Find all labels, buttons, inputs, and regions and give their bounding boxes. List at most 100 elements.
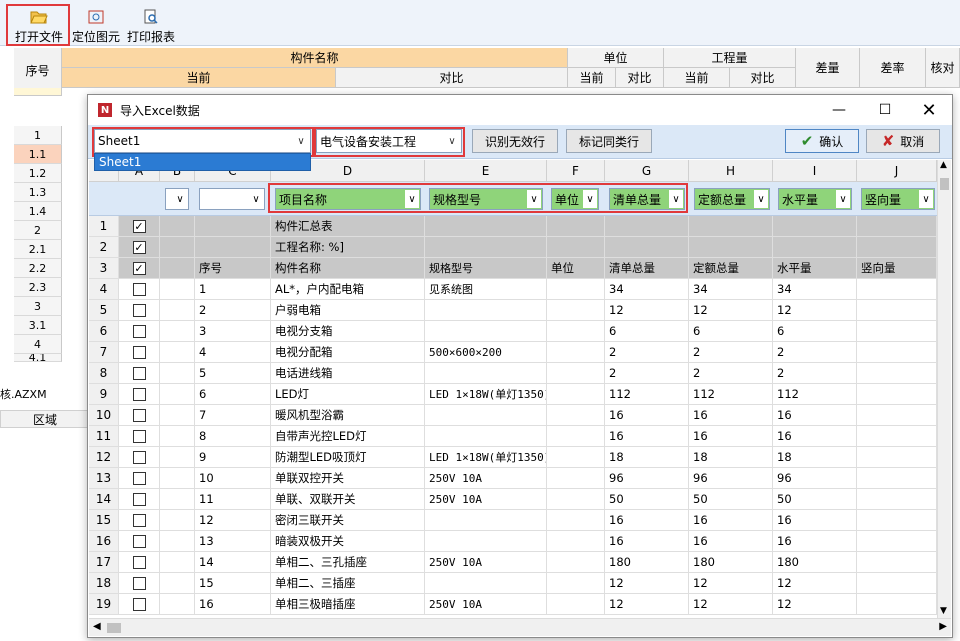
cell-d: 单相二、三孔插座 xyxy=(271,552,425,573)
bg-row[interactable]: 1.1 xyxy=(14,145,62,164)
bg-row[interactable]: 4 xyxy=(14,335,62,354)
row-checkbox-cell xyxy=(119,531,160,552)
table-row[interactable]: 16 13 暗装双极开关 16 16 16 xyxy=(89,531,937,552)
bg-row[interactable]: 4.1 xyxy=(14,354,62,362)
bg-row[interactable]: 2.2 xyxy=(14,259,62,278)
cancel-button[interactable]: ✘ 取消 xyxy=(866,129,940,153)
table-row[interactable]: 18 15 单相二、三插座 12 12 12 xyxy=(89,573,937,594)
row-checkbox[interactable] xyxy=(132,408,146,422)
column-header-j[interactable]: J xyxy=(857,160,937,182)
bg-row[interactable]: 2 xyxy=(14,221,62,240)
table-row[interactable]: 1 ✓ 构件汇总表 xyxy=(89,216,937,237)
close-button[interactable]: ✕ xyxy=(906,95,952,125)
row-checkbox[interactable] xyxy=(132,555,146,569)
bg-row[interactable]: 3 xyxy=(14,297,62,316)
mapping-select-d[interactable]: 项目名称 ∨ xyxy=(275,188,421,210)
bg-row[interactable]: 3.1 xyxy=(14,316,62,335)
row-checkbox-cell xyxy=(119,321,160,342)
table-row[interactable]: 17 14 单相二、三孔插座 250V 10A 180 180 180 xyxy=(89,552,937,573)
scroll-up-icon[interactable]: ▲ xyxy=(940,160,947,170)
app-icon: N xyxy=(98,103,112,117)
confirm-button[interactable]: ✔ 确认 xyxy=(785,129,859,153)
mapping-select-i[interactable]: 水平量 ∨ xyxy=(778,188,852,210)
sheet-dropdown-option[interactable]: Sheet1 xyxy=(94,153,311,171)
row-checkbox[interactable] xyxy=(132,387,146,401)
table-row[interactable]: 14 11 单联、双联开关 250V 10A 50 50 50 xyxy=(89,489,937,510)
print-report-button[interactable]: 打印报表 xyxy=(124,6,178,44)
vertical-scrollbar[interactable]: ▲ ▼ xyxy=(937,160,951,618)
row-checkbox[interactable] xyxy=(132,513,146,527)
row-checkbox[interactable]: ✓ xyxy=(132,261,146,275)
mapping-select-b[interactable]: ∨ xyxy=(165,188,189,210)
cell-b xyxy=(160,426,195,447)
table-row[interactable]: 4 1 AL*，户内配电箱 见系统图 34 34 34 xyxy=(89,279,937,300)
row-checkbox[interactable] xyxy=(132,303,146,317)
row-number: 15 xyxy=(89,510,119,531)
scroll-thumb[interactable] xyxy=(940,178,949,190)
row-checkbox[interactable]: ✓ xyxy=(132,219,146,233)
table-row[interactable]: 11 8 自带声光控LED灯 16 16 16 xyxy=(89,426,937,447)
table-row[interactable]: 3 ✓ 序号 构件名称 规格型号 单位 清单总量 定额总量 水平量 竖向量 xyxy=(89,258,937,279)
scroll-thumb[interactable] xyxy=(107,623,121,633)
maximize-button[interactable]: ☐ xyxy=(862,95,908,125)
bg-unit-current: 当前 xyxy=(568,68,616,88)
minimize-button[interactable]: — xyxy=(816,95,862,125)
cell-b xyxy=(160,342,195,363)
mapping-select-c[interactable]: ∨ xyxy=(199,188,265,210)
open-file-button[interactable]: 打开文件 xyxy=(10,6,68,44)
column-header-f[interactable]: F xyxy=(547,160,605,182)
row-checkbox[interactable] xyxy=(132,597,146,611)
table-row[interactable]: 15 12 密闭三联开关 16 16 16 xyxy=(89,510,937,531)
bg-row[interactable]: 1.2 xyxy=(14,164,62,183)
category-select[interactable]: 电气设备安装工程 ∨ xyxy=(316,129,462,153)
column-header-g[interactable]: G xyxy=(605,160,689,182)
bg-row[interactable]: 1.3 xyxy=(14,183,62,202)
locate-element-button[interactable]: 定位图元 xyxy=(70,6,122,44)
table-row[interactable]: 2 ✓ 工程名称: %] xyxy=(89,237,937,258)
table-row[interactable]: 8 5 电话进线箱 2 2 2 xyxy=(89,363,937,384)
row-checkbox[interactable] xyxy=(132,534,146,548)
mark-similar-rows-button[interactable]: 标记同类行 xyxy=(566,129,652,153)
table-row[interactable]: 10 7 暖风机型浴霸 16 16 16 xyxy=(89,405,937,426)
bg-row[interactable]: 1.4 xyxy=(14,202,62,221)
scroll-down-icon[interactable]: ▼ xyxy=(940,606,947,616)
table-row[interactable]: 6 3 电视分支箱 6 6 6 xyxy=(89,321,937,342)
cell-b xyxy=(160,279,195,300)
mapping-select-f[interactable]: 单位 ∨ xyxy=(551,188,599,210)
table-row[interactable]: 7 4 电视分配箱 500×600×200 2 2 2 xyxy=(89,342,937,363)
table-row[interactable]: 5 2 户弱电箱 12 12 12 xyxy=(89,300,937,321)
identify-invalid-rows-button[interactable]: 识别无效行 xyxy=(472,129,558,153)
chevron-down-icon: ∨ xyxy=(527,190,541,208)
scroll-left-icon[interactable]: ◀ xyxy=(93,621,101,632)
row-checkbox[interactable] xyxy=(132,345,146,359)
table-row[interactable]: 12 9 防潮型LED吸顶灯 LED 1×18W(单灯1350] 18 18 18 xyxy=(89,447,937,468)
row-checkbox[interactable] xyxy=(132,366,146,380)
cell-h: 34 xyxy=(689,279,773,300)
table-row[interactable]: 9 6 LED灯 LED 1×18W(单灯1350] 112 112 112 xyxy=(89,384,937,405)
bg-row[interactable]: 1 xyxy=(14,126,62,145)
table-row[interactable]: 13 10 单联双控开关 250V 10A 96 96 96 xyxy=(89,468,937,489)
row-checkbox[interactable] xyxy=(132,576,146,590)
row-checkbox[interactable] xyxy=(132,471,146,485)
mapping-select-g[interactable]: 清单总量 ∨ xyxy=(609,188,685,210)
table-row[interactable]: 19 16 单相三极暗插座 250V 10A 12 12 12 xyxy=(89,594,937,615)
bg-row[interactable]: 2.3 xyxy=(14,278,62,297)
sheet-select[interactable]: Sheet1 ∨ xyxy=(94,129,311,153)
cell-b xyxy=(160,552,195,573)
mapping-select-j[interactable]: 竖向量 ∨ xyxy=(861,188,935,210)
mapping-select-h[interactable]: 定额总量 ∨ xyxy=(694,188,770,210)
row-checkbox[interactable] xyxy=(132,324,146,338)
column-header-i[interactable]: I xyxy=(773,160,857,182)
row-checkbox[interactable] xyxy=(132,450,146,464)
bg-row[interactable]: 2.1 xyxy=(14,240,62,259)
scroll-right-icon[interactable]: ▶ xyxy=(939,621,947,632)
mapping-select-e[interactable]: 规格型号 ∨ xyxy=(429,188,543,210)
row-checkbox[interactable]: ✓ xyxy=(132,240,146,254)
column-header-h[interactable]: H xyxy=(689,160,773,182)
horizontal-scrollbar[interactable]: ◀ ▶ xyxy=(89,618,951,636)
row-checkbox[interactable] xyxy=(132,492,146,506)
cell-e xyxy=(425,573,547,594)
row-checkbox[interactable] xyxy=(132,282,146,296)
row-checkbox[interactable] xyxy=(132,429,146,443)
column-header-e[interactable]: E xyxy=(425,160,547,182)
